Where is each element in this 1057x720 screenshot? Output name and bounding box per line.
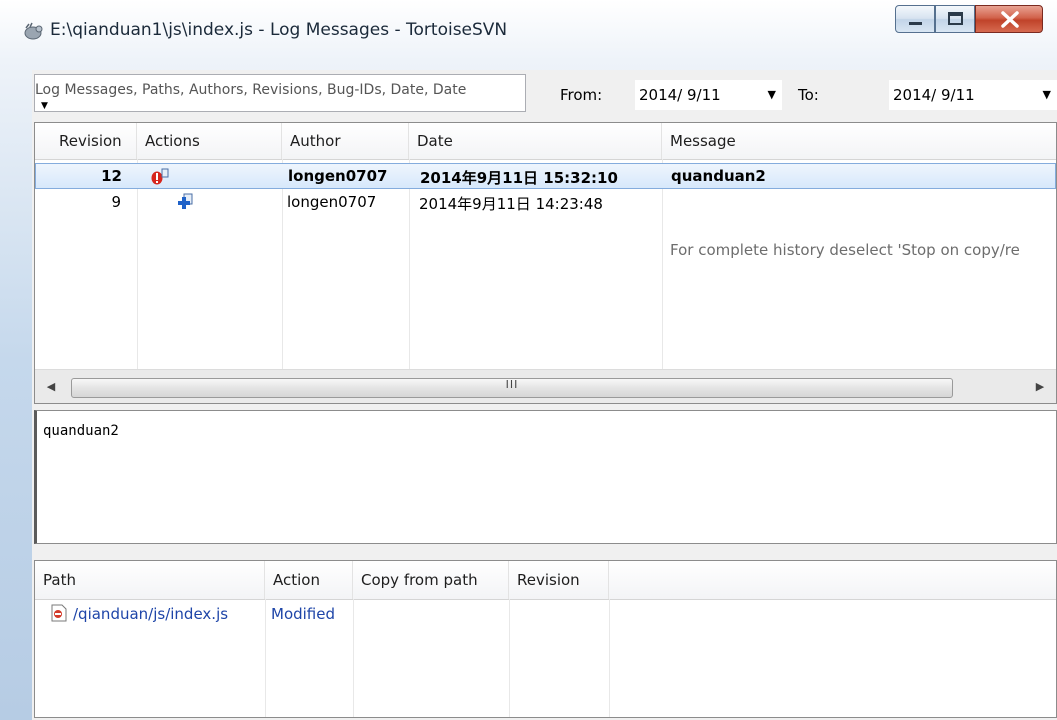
column-header-author[interactable]: Author — [282, 123, 409, 159]
log-list-header: Revision Actions Author Date Message — [35, 123, 1056, 160]
search-filter-text: Log Messages, Paths, Authors, Revisions,… — [35, 82, 467, 98]
log-message-text: quanduan2 — [43, 423, 119, 439]
from-label: From: — [560, 86, 603, 104]
scrollbar-thumb[interactable]: III — [71, 378, 953, 398]
maximize-icon — [948, 12, 963, 25]
search-dropdown-icon[interactable]: ▼ — [41, 101, 48, 111]
revision-log-list[interactable]: Revision Actions Author Date Message 12 — [34, 122, 1057, 404]
to-label: To: — [798, 86, 819, 104]
row-revision: 9 — [111, 193, 121, 211]
scroll-right-arrow-icon[interactable]: ▶ — [1024, 370, 1056, 403]
row-date: 2014年9月11日 15:32:10 — [420, 169, 618, 187]
close-icon — [1001, 11, 1019, 28]
deleted-icon — [150, 168, 170, 186]
dialog-client-area: Log Messages, Paths, Authors, Revisions,… — [32, 70, 1057, 720]
column-header-actions[interactable]: Actions — [137, 123, 282, 159]
paths-list-header: Path Action Copy from path Revision — [35, 561, 1056, 600]
title-bar[interactable]: E:\qianduan1\js\index.js - Log Messages … — [0, 0, 1057, 60]
column-header-action[interactable]: Action — [265, 561, 353, 599]
column-header-path[interactable]: Path — [35, 561, 265, 599]
window-title: E:\qianduan1\js\index.js - Log Messages … — [50, 20, 508, 40]
horizontal-scrollbar[interactable]: ◀ III ▶ — [35, 369, 1056, 403]
to-date-picker[interactable]: 2014/ 9/11 ▼ — [889, 80, 1057, 110]
row-revision: 12 — [101, 167, 122, 185]
history-note: For complete history deselect 'Stop on c… — [670, 241, 1020, 259]
row-date: 2014年9月11日 14:23:48 — [419, 195, 603, 213]
column-header-message[interactable]: Message — [662, 123, 1056, 159]
added-icon — [175, 192, 195, 212]
filter-bar: Log Messages, Paths, Authors, Revisions,… — [32, 70, 1057, 118]
path-row[interactable]: /qianduan/js/index.js Modified — [35, 601, 1056, 627]
path-value: /qianduan/js/index.js — [73, 605, 229, 623]
column-header-copy-from-path[interactable]: Copy from path — [353, 561, 509, 599]
path-action-value: Modified — [271, 605, 336, 623]
row-message: quanduan2 — [671, 167, 766, 185]
log-row[interactable]: 9 longen0707 2014年9月11日 14:23:48 — [35, 189, 1056, 215]
chevron-down-icon[interactable]: ▼ — [1043, 88, 1051, 101]
modified-file-icon — [51, 604, 67, 622]
minimize-button[interactable] — [895, 5, 935, 33]
to-date-value: 2014/ 9/11 — [893, 86, 975, 104]
column-header-revision[interactable]: Revision — [509, 561, 609, 599]
from-date-picker[interactable]: 2014/ 9/11 ▼ — [635, 80, 782, 110]
row-author: longen0707 — [287, 193, 377, 211]
minimize-icon — [909, 22, 922, 25]
from-date-value: 2014/ 9/11 — [639, 86, 721, 104]
tortoisesvn-app-icon — [22, 20, 44, 42]
close-button[interactable] — [975, 5, 1043, 33]
log-row[interactable]: 12 longen0707 2014年9月11日 15:32:10 quandu… — [35, 163, 1056, 189]
column-header-revision[interactable]: Revision — [35, 123, 137, 159]
search-filter-field[interactable]: Log Messages, Paths, Authors, Revisions,… — [34, 74, 526, 112]
scrollbar-grip: III — [505, 378, 519, 391]
log-messages-window: E:\qianduan1\js\index.js - Log Messages … — [0, 0, 1057, 720]
maximize-button[interactable] — [935, 5, 975, 33]
column-header-date[interactable]: Date — [409, 123, 662, 159]
caption-buttons — [895, 5, 1045, 35]
row-author: longen0707 — [288, 167, 388, 185]
chevron-down-icon[interactable]: ▼ — [768, 88, 776, 101]
log-message-pane[interactable]: quanduan2 — [34, 410, 1057, 544]
changed-paths-list[interactable]: Path Action Copy from path Revision /qia… — [34, 560, 1057, 718]
scroll-left-arrow-icon[interactable]: ◀ — [35, 370, 67, 403]
